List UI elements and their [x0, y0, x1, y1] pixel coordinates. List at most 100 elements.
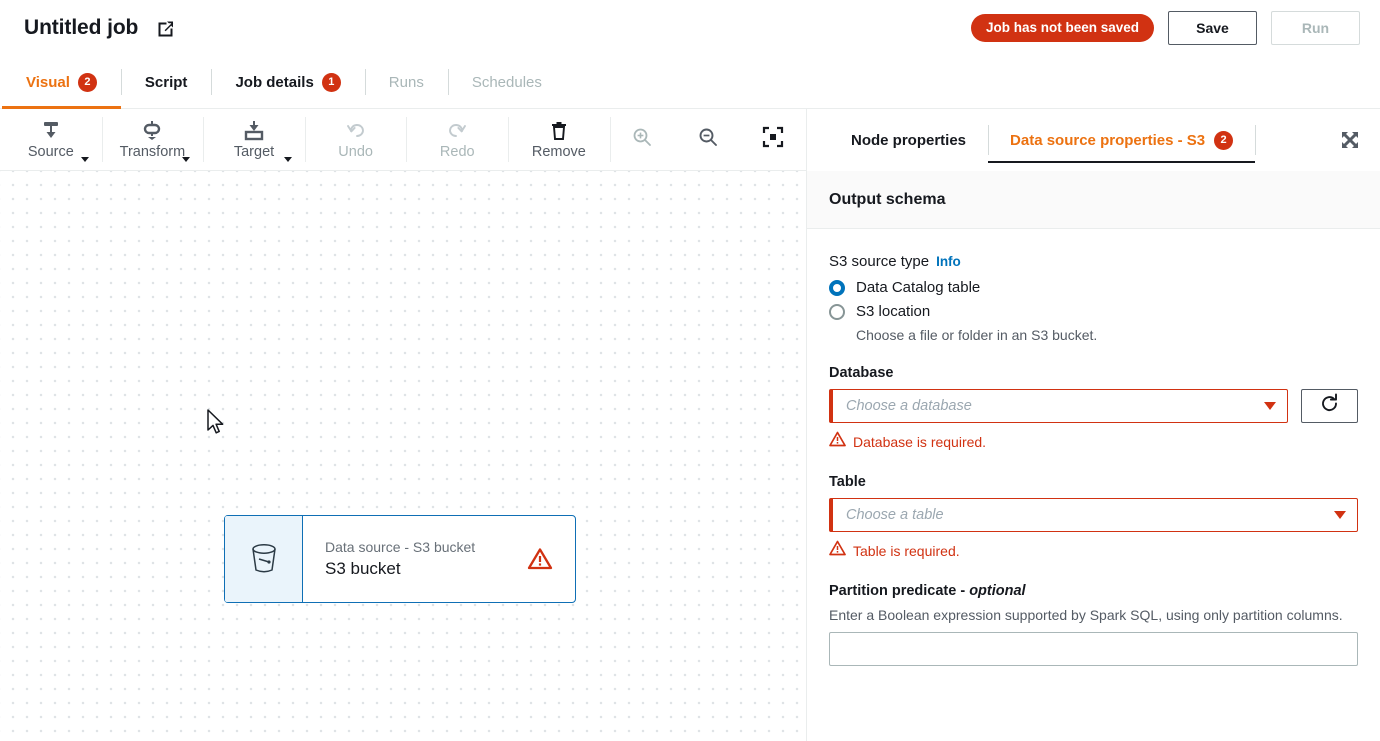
edit-pencil-icon[interactable] — [156, 19, 175, 38]
job-canvas[interactable]: Data source - S3 bucket S3 bucket — [0, 171, 806, 741]
tab-runs[interactable]: Runs — [365, 56, 448, 108]
expand-icon[interactable] — [1340, 109, 1360, 171]
toolbar-redo-label: Redo — [440, 144, 475, 160]
mouse-cursor — [206, 409, 226, 442]
tab-data-source-properties-badge: 2 — [1214, 131, 1233, 150]
database-error: Database is required. — [829, 431, 1358, 452]
database-select[interactable]: Choose a database — [829, 389, 1288, 423]
canvas-toolbar: Source Transform — [0, 109, 806, 171]
redo-icon — [446, 120, 468, 142]
chevron-down-icon[interactable] — [81, 157, 89, 162]
toolbar-undo-label: Undo — [338, 144, 373, 160]
chevron-down-icon — [1334, 511, 1346, 519]
partition-predicate-field: Partition predicate - optional Enter a B… — [829, 583, 1358, 666]
properties-panel: Node properties Data source properties -… — [807, 109, 1380, 741]
canvas-node-s3-bucket[interactable]: Data source - S3 bucket S3 bucket — [224, 515, 576, 603]
main-tabs: Visual 2 Script Job details 1 Runs Sched… — [0, 56, 1380, 109]
radio-s3-location-label: S3 location — [856, 303, 930, 320]
tab-job-details[interactable]: Job details 1 — [211, 56, 364, 108]
fit-to-screen-icon — [762, 126, 784, 153]
info-link[interactable]: Info — [936, 254, 961, 269]
zoom-out-button[interactable] — [675, 109, 740, 170]
s3-source-type-label: S3 source type — [829, 253, 929, 270]
toolbar-undo-button[interactable]: Undo — [305, 109, 407, 170]
tab-runs-label: Runs — [389, 74, 424, 91]
save-button[interactable]: Save — [1168, 11, 1257, 45]
data-source-form: S3 source type Info Data Catalog table S… — [807, 229, 1380, 741]
tab-data-source-properties[interactable]: Data source properties - S3 2 — [988, 109, 1255, 171]
toolbar-source-button[interactable]: Source — [0, 109, 102, 170]
tab-job-details-badge: 1 — [322, 73, 341, 92]
chevron-down-icon[interactable] — [284, 157, 292, 162]
toolbar-target-label: Target — [234, 144, 274, 160]
toolbar-remove-button[interactable]: Remove — [508, 109, 610, 170]
chevron-down-icon — [1264, 402, 1276, 410]
warning-triangle-icon — [527, 516, 575, 602]
source-icon — [40, 120, 62, 142]
partition-predicate-label: Partition predicate - optional — [829, 583, 1358, 599]
table-error: Table is required. — [829, 540, 1358, 561]
zoom-in-button[interactable] — [610, 109, 675, 170]
toolbar-transform-button[interactable]: Transform — [102, 109, 204, 170]
partition-predicate-hint: Enter a Boolean expression supported by … — [829, 607, 1358, 623]
radio-s3-location-input[interactable] — [829, 304, 845, 320]
transform-icon — [141, 120, 163, 142]
canvas-column: Source Transform — [0, 109, 807, 741]
toolbar-source-label: Source — [28, 144, 74, 160]
toolbar-transform-label: Transform — [120, 144, 186, 160]
table-label: Table — [829, 474, 1358, 490]
radio-data-catalog-table-label: Data Catalog table — [856, 279, 980, 296]
radio-data-catalog-table[interactable]: Data Catalog table — [829, 279, 1358, 296]
panel-tabs: Node properties Data source properties -… — [807, 109, 1380, 171]
trash-icon — [548, 120, 570, 142]
undo-icon — [345, 120, 367, 142]
table-field: Table Choose a table Table is required. — [829, 474, 1358, 561]
radio-data-catalog-table-input[interactable] — [829, 280, 845, 296]
warning-triangle-icon — [829, 431, 846, 452]
refresh-icon — [1319, 393, 1340, 419]
zoom-in-icon — [631, 126, 653, 153]
refresh-databases-button[interactable] — [1301, 389, 1358, 423]
partition-predicate-input[interactable] — [829, 632, 1358, 666]
database-field: Database Choose a database — [829, 365, 1358, 452]
tab-data-source-properties-label: Data source properties - S3 — [1010, 132, 1205, 149]
page-title: Untitled job — [24, 16, 138, 40]
toolbar-remove-label: Remove — [532, 144, 586, 160]
table-error-text: Table is required. — [853, 543, 960, 559]
s3-bucket-icon — [225, 516, 303, 602]
tab-visual[interactable]: Visual 2 — [2, 56, 121, 108]
radio-s3-location-hint: Choose a file or folder in an S3 bucket. — [856, 327, 1358, 343]
database-error-text: Database is required. — [853, 434, 986, 450]
zoom-out-icon — [697, 126, 719, 153]
header-actions: Job has not been saved Save Run — [971, 11, 1360, 45]
tab-visual-badge: 2 — [78, 73, 97, 92]
panel-tab-divider — [1255, 125, 1256, 155]
fit-to-screen-button[interactable] — [741, 109, 806, 170]
status-badge: Job has not been saved — [971, 14, 1154, 42]
canvas-node-title: S3 bucket — [325, 559, 527, 579]
tab-visual-label: Visual — [26, 74, 70, 91]
tab-schedules-label: Schedules — [472, 74, 542, 91]
tab-job-details-label: Job details — [235, 74, 313, 91]
tab-node-properties[interactable]: Node properties — [829, 109, 988, 171]
partition-predicate-optional-text: optional — [969, 583, 1025, 599]
database-select-row: Choose a database — [829, 389, 1358, 423]
database-select-placeholder: Choose a database — [846, 398, 1264, 414]
database-label: Database — [829, 365, 1358, 381]
radio-s3-location[interactable]: S3 location — [829, 303, 1358, 320]
run-button[interactable]: Run — [1271, 11, 1360, 45]
app-body: Source Transform — [0, 109, 1380, 741]
table-select[interactable]: Choose a table — [829, 498, 1358, 532]
tab-script[interactable]: Script — [121, 56, 212, 108]
partition-predicate-label-text: Partition predicate - — [829, 583, 969, 599]
toolbar-target-button[interactable]: Target — [203, 109, 305, 170]
toolbar-redo-button[interactable]: Redo — [406, 109, 508, 170]
output-schema-bar: Output schema — [807, 171, 1380, 229]
s3-source-type-label-row: S3 source type Info — [829, 253, 1358, 270]
chevron-down-icon[interactable] — [182, 157, 190, 162]
tab-schedules[interactable]: Schedules — [448, 56, 566, 108]
tab-node-properties-label: Node properties — [851, 132, 966, 149]
app-header: Untitled job Job has not been saved Save… — [0, 0, 1380, 56]
canvas-node-subtitle: Data source - S3 bucket — [325, 539, 527, 555]
output-schema-title: Output schema — [829, 191, 945, 209]
